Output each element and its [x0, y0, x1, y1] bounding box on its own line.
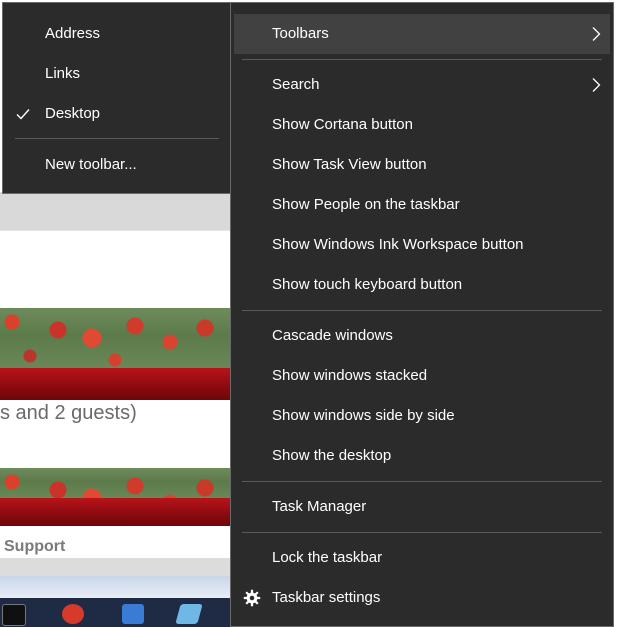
menu-item-address[interactable]: Address: [3, 14, 231, 54]
menu-item-desktop[interactable]: Desktop: [3, 94, 231, 134]
menu-item-show-touch-keyboard[interactable]: Show touch keyboard button: [234, 265, 610, 305]
menu-item-label: Show Windows Ink Workspace button: [272, 236, 524, 253]
menu-item-label: Lock the taskbar: [272, 549, 383, 566]
menu-item-label: Links: [45, 65, 81, 82]
page-red-bar: [0, 368, 232, 400]
menu-item-show-ink-workspace[interactable]: Show Windows Ink Workspace button: [234, 225, 610, 265]
menu-item-cascade-windows[interactable]: Cascade windows: [234, 316, 610, 356]
online-guests-text: s and 2 guests): [0, 402, 137, 424]
menu-item-links[interactable]: Links: [3, 54, 231, 94]
page-red-bar-2: [0, 498, 232, 526]
menu-item-label: Show touch keyboard button: [272, 276, 463, 293]
menu-item-show-windows-stacked[interactable]: Show windows stacked: [234, 356, 610, 396]
gear-icon: [243, 589, 261, 607]
menu-item-label: Cascade windows: [272, 327, 393, 344]
screen: s and 2 guests) Support Address Links De…: [0, 0, 618, 627]
menu-item-show-windows-side-by-side[interactable]: Show windows side by side: [234, 396, 610, 436]
menu-item-label: Show windows side by side: [272, 407, 455, 424]
menu-item-label: Toolbars: [272, 25, 329, 42]
menu-item-show-people[interactable]: Show People on the taskbar: [234, 185, 610, 225]
taskbar-context-menu: Toolbars Search Show Cortana button Show…: [230, 2, 614, 627]
menu-item-label: Task Manager: [272, 498, 367, 515]
menu-item-label: Show the desktop: [272, 447, 392, 464]
menu-separator: [242, 532, 602, 533]
chevron-right-icon: [592, 78, 601, 92]
menu-item-label: Taskbar settings: [272, 589, 381, 606]
menu-separator: [242, 481, 602, 482]
page-poppy-banner-2: [0, 468, 232, 498]
page-gray-strip-2: [0, 558, 232, 576]
support-link[interactable]: Support: [4, 538, 65, 556]
menu-item-label: Desktop: [45, 105, 101, 122]
app-taskbar-icon-red[interactable]: [62, 604, 84, 624]
menu-item-show-task-view[interactable]: Show Task View button: [234, 145, 610, 185]
toolbars-submenu: Address Links Desktop New toolbar...: [2, 2, 232, 194]
page-white-area: [0, 230, 232, 309]
menu-item-new-toolbar[interactable]: New toolbar...: [3, 145, 231, 185]
checkmark-icon: [16, 109, 30, 120]
chevron-right-icon: [592, 27, 601, 41]
menu-item-show-cortana[interactable]: Show Cortana button: [234, 105, 610, 145]
menu-item-label: Search: [272, 76, 320, 93]
menu-separator: [242, 59, 602, 60]
menu-separator: [242, 310, 602, 311]
menu-item-task-manager[interactable]: Task Manager: [234, 487, 610, 527]
menu-item-label: Address: [45, 25, 101, 42]
menu-item-label: Show People on the taskbar: [272, 196, 460, 213]
menu-item-lock-taskbar[interactable]: Lock the taskbar: [234, 538, 610, 578]
desktop-wallpaper-strip: [0, 576, 232, 598]
menu-item-search[interactable]: Search: [234, 65, 610, 105]
menu-item-label: Show windows stacked: [272, 367, 428, 384]
page-gray-strip: [0, 192, 232, 230]
menu-item-toolbars[interactable]: Toolbars: [234, 14, 610, 54]
terminal-taskbar-icon[interactable]: [2, 604, 26, 626]
app-taskbar-icon-blue[interactable]: [122, 604, 144, 624]
menu-item-label: Show Cortana button: [272, 116, 413, 133]
page-poppy-banner: [0, 308, 232, 368]
menu-item-label: Show Task View button: [272, 156, 427, 173]
menu-item-taskbar-settings[interactable]: Taskbar settings: [234, 578, 610, 618]
menu-separator: [15, 138, 219, 139]
menu-item-show-desktop[interactable]: Show the desktop: [234, 436, 610, 476]
menu-item-label: New toolbar...: [45, 156, 137, 173]
